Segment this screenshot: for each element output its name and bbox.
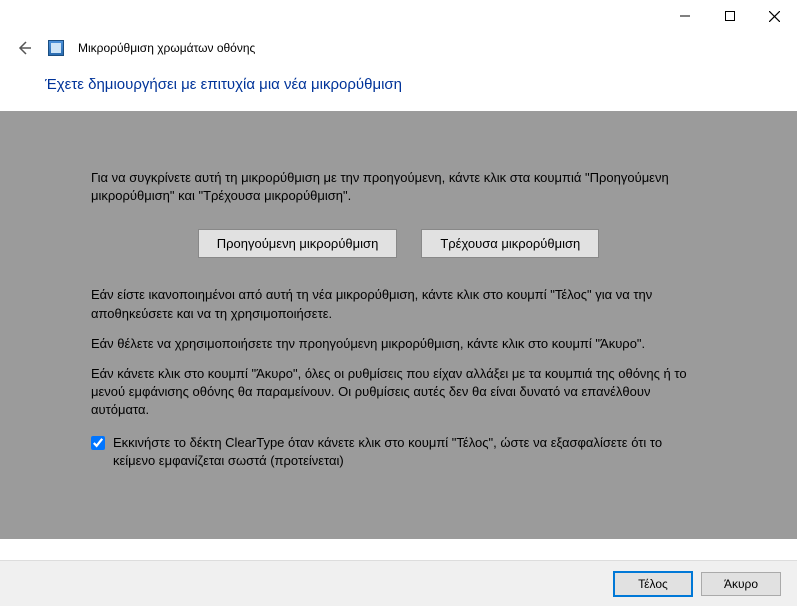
app-icon xyxy=(48,40,64,56)
app-title: Μικρορύθμιση χρωμάτων οθόνης xyxy=(78,41,255,55)
para-cancel-note: Εάν κάνετε κλικ στο κουμπί "Άκυρο", όλες… xyxy=(91,365,706,420)
content-area: Για να συγκρίνετε αυτή τη μικρορύθμιση μ… xyxy=(0,111,797,539)
intro-text: Για να συγκρίνετε αυτή τη μικρορύθμιση μ… xyxy=(91,169,706,205)
cleartype-checkbox-row: Εκκινήστε το δέκτη ClearType όταν κάνετε… xyxy=(91,434,706,470)
previous-calibration-button[interactable]: Προηγούμενη μικρορύθμιση xyxy=(198,229,398,258)
para-satisfied: Εάν είστε ικανοποιημένοι από αυτή τη νέα… xyxy=(91,286,706,322)
cleartype-checkbox-label[interactable]: Εκκινήστε το δέκτη ClearType όταν κάνετε… xyxy=(113,434,706,470)
footer: Τέλος Άκυρο xyxy=(0,560,797,606)
cleartype-checkbox[interactable] xyxy=(91,436,105,450)
close-button[interactable] xyxy=(752,2,797,30)
calibration-buttons: Προηγούμενη μικρορύθμιση Τρέχουσα μικρορ… xyxy=(91,229,706,258)
maximize-button[interactable] xyxy=(707,2,752,30)
header: Μικρορύθμιση χρωμάτων οθόνης xyxy=(0,30,797,70)
current-calibration-button[interactable]: Τρέχουσα μικρορύθμιση xyxy=(421,229,599,258)
page-heading: Έχετε δημιουργήσει με επιτυχία μια νέα μ… xyxy=(0,70,797,111)
cancel-button[interactable]: Άκυρο xyxy=(701,572,781,596)
finish-button[interactable]: Τέλος xyxy=(613,571,693,597)
titlebar xyxy=(0,0,797,30)
para-use-previous: Εάν θέλετε να χρησιμοποιήσετε την προηγο… xyxy=(91,335,706,353)
back-button[interactable] xyxy=(14,38,34,58)
minimize-button[interactable] xyxy=(662,2,707,30)
